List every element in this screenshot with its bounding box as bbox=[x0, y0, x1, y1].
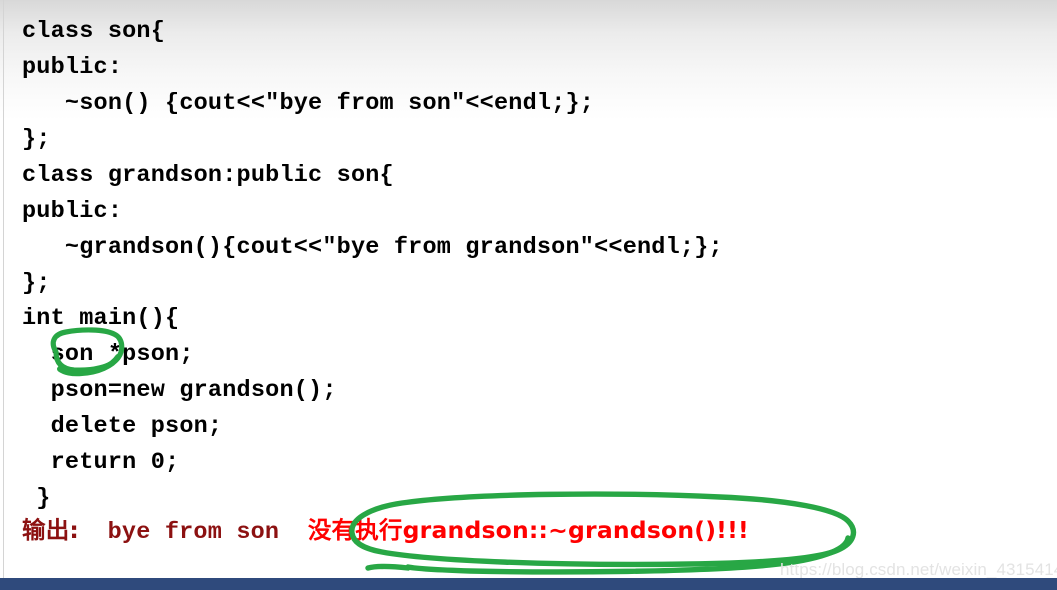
code-line: return 0; bbox=[22, 449, 180, 476]
output-label: 输出: bbox=[22, 516, 79, 544]
bottom-accent-bar bbox=[0, 578, 1057, 590]
code-line: } bbox=[22, 485, 51, 512]
code-line: public: bbox=[22, 54, 123, 81]
output-separator bbox=[79, 519, 108, 546]
left-edge-rule bbox=[3, 0, 4, 578]
code-line: int main(){ bbox=[22, 305, 180, 332]
code-line: }; bbox=[22, 126, 51, 153]
slide-canvas: class son{ public: ~son() {cout<<"bye fr… bbox=[0, 0, 1057, 590]
code-line: ~grandson(){cout<<"bye from grandson"<<e… bbox=[22, 234, 723, 261]
code-line: son *pson; bbox=[22, 341, 194, 368]
output-warning-text: 没有执行grandson::~grandson()!!! bbox=[307, 516, 749, 544]
annotation-layer bbox=[50, 327, 857, 575]
watermark-text: https://blog.csdn.net/weixin_43154149 bbox=[780, 560, 1057, 579]
code-line: pson=new grandson(); bbox=[22, 377, 337, 404]
code-line: ~son() {cout<<"bye from son"<<endl;}; bbox=[22, 90, 595, 117]
output-line: 输出: bye from son 没有执行grandson::~grandson… bbox=[22, 516, 749, 546]
code-line: delete pson; bbox=[22, 413, 223, 440]
code-line: public: bbox=[22, 198, 123, 225]
code-line: }; bbox=[22, 270, 51, 297]
output-result-text: bye from son bbox=[107, 519, 308, 546]
code-line: class grandson:public son{ bbox=[22, 162, 394, 189]
code-line: class son{ bbox=[22, 18, 166, 45]
